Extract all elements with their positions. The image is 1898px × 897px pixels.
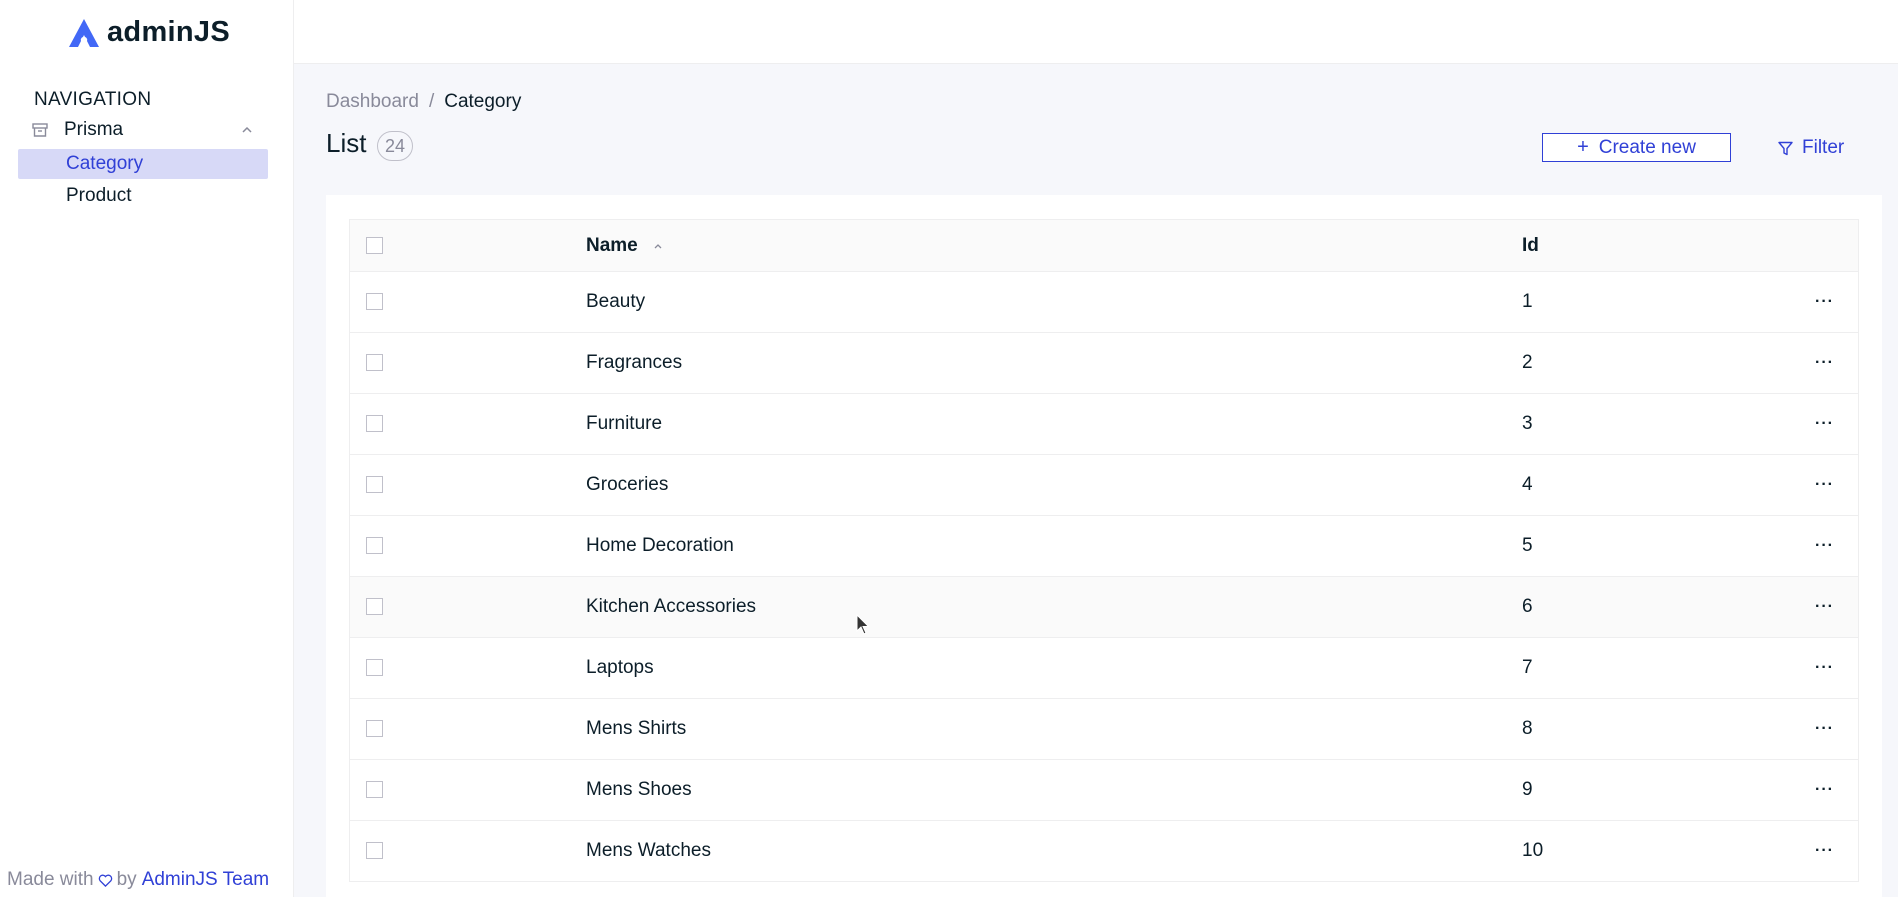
- sidebar-item-product[interactable]: Product: [18, 181, 268, 211]
- nav-group-prisma[interactable]: Prisma: [18, 116, 268, 144]
- create-new-label: Create new: [1598, 136, 1696, 158]
- cell-id: 2: [1522, 352, 1533, 373]
- cell-name: Laptops: [586, 657, 654, 678]
- table-row[interactable]: Fragrances 2 ···: [350, 333, 1858, 394]
- footer: Made with by AdminJS Team: [7, 869, 269, 891]
- table-row[interactable]: Beauty 1 ···: [350, 272, 1858, 333]
- cell-name: Mens Shoes: [586, 779, 692, 800]
- cell-name: Mens Watches: [586, 840, 711, 861]
- table-row[interactable]: Mens Watches 10 ···: [350, 821, 1858, 882]
- table-row[interactable]: Home Decoration 5 ···: [350, 516, 1858, 577]
- cell-id: 1: [1522, 291, 1533, 312]
- row-checkbox[interactable]: [366, 720, 383, 737]
- row-checkbox[interactable]: [366, 415, 383, 432]
- cell-name: Groceries: [586, 474, 669, 495]
- row-actions-menu-icon[interactable]: ···: [1815, 760, 1834, 820]
- sidebar-item-label: Category: [66, 153, 144, 174]
- nav-group-label: Prisma: [64, 119, 124, 140]
- row-actions-menu-icon[interactable]: ···: [1815, 394, 1834, 454]
- table-row[interactable]: Mens Shirts 8 ···: [350, 699, 1858, 760]
- cell-name: Beauty: [586, 291, 646, 312]
- row-checkbox[interactable]: [366, 842, 383, 859]
- table-row[interactable]: Mens Shoes 9 ···: [350, 760, 1858, 821]
- sidebar-item-label: Product: [66, 185, 132, 206]
- heart-icon: [98, 874, 112, 887]
- cell-id: 6: [1522, 596, 1533, 617]
- column-header-name-label: Name: [586, 234, 638, 256]
- row-checkbox[interactable]: [366, 659, 383, 676]
- breadcrumb: Dashboard / Category: [326, 91, 521, 113]
- footer-made-with: Made with: [7, 869, 94, 890]
- cell-name: Home Decoration: [586, 535, 734, 556]
- logo-text: adminJS: [107, 16, 230, 48]
- row-actions-menu-icon[interactable]: ···: [1815, 577, 1834, 637]
- record-count-badge: 24: [377, 131, 413, 161]
- cell-name: Furniture: [586, 413, 663, 434]
- select-all-checkbox[interactable]: [366, 237, 383, 254]
- row-actions-menu-icon[interactable]: ···: [1815, 333, 1834, 393]
- row-actions-menu-icon[interactable]: ···: [1815, 638, 1834, 698]
- cell-id: 3: [1522, 413, 1533, 434]
- mouse-cursor-icon: [856, 614, 870, 635]
- cell-id: 4: [1522, 474, 1533, 495]
- sort-ascending-icon: [654, 243, 662, 248]
- table-header-row: Name Id: [350, 220, 1858, 272]
- cell-id: 8: [1522, 718, 1533, 739]
- row-actions-menu-icon[interactable]: ···: [1815, 272, 1834, 332]
- cell-name: Fragrances: [586, 352, 683, 373]
- row-checkbox[interactable]: [366, 537, 383, 554]
- adminjs-logo-icon: [69, 18, 99, 47]
- archive-icon: [32, 123, 48, 137]
- cell-name: Kitchen Accessories: [586, 596, 757, 617]
- table-row[interactable]: Kitchen Accessories 6 ···: [350, 577, 1858, 638]
- table-row[interactable]: Furniture 3 ···: [350, 394, 1858, 455]
- chevron-up-icon[interactable]: [240, 123, 254, 137]
- column-header-name[interactable]: Name: [586, 220, 664, 271]
- plus-icon: +: [1577, 136, 1589, 158]
- table-row[interactable]: Laptops 7 ···: [350, 638, 1858, 699]
- row-checkbox[interactable]: [366, 781, 383, 798]
- row-actions-menu-icon[interactable]: ···: [1815, 455, 1834, 515]
- logo[interactable]: adminJS: [68, 16, 230, 49]
- filter-icon: [1778, 141, 1793, 155]
- row-checkbox[interactable]: [366, 476, 383, 493]
- filter-button[interactable]: Filter: [1778, 134, 1844, 162]
- filter-label: Filter: [1802, 137, 1845, 158]
- row-checkbox[interactable]: [366, 598, 383, 615]
- sidebar: adminJS NAVIGATION Prisma Category Produ…: [0, 0, 294, 897]
- breadcrumb-current[interactable]: Category: [444, 91, 521, 113]
- row-actions-menu-icon[interactable]: ···: [1815, 699, 1834, 759]
- footer-by: by: [116, 869, 137, 890]
- create-new-button[interactable]: + Create new: [1542, 133, 1731, 162]
- table-row[interactable]: Groceries 4 ···: [350, 455, 1858, 516]
- cell-id: 9: [1522, 779, 1533, 800]
- navigation-heading: NAVIGATION: [34, 89, 152, 110]
- row-checkbox[interactable]: [366, 293, 383, 310]
- cell-id: 5: [1522, 535, 1533, 556]
- cell-id: 10: [1522, 840, 1544, 861]
- cell-id: 7: [1522, 657, 1533, 678]
- row-actions-menu-icon[interactable]: ···: [1815, 516, 1834, 576]
- breadcrumb-separator: /: [428, 91, 435, 112]
- column-header-id[interactable]: Id: [1522, 220, 1539, 271]
- sidebar-item-category[interactable]: Category: [18, 149, 268, 179]
- cell-name: Mens Shirts: [586, 718, 687, 739]
- adminjs-team-link[interactable]: AdminJS Team: [142, 869, 269, 891]
- row-actions-menu-icon[interactable]: ···: [1815, 821, 1834, 881]
- row-checkbox[interactable]: [366, 354, 383, 371]
- breadcrumb-dashboard[interactable]: Dashboard: [326, 91, 419, 113]
- top-bar: [294, 0, 1898, 64]
- records-table: Name Id Beauty 1 ··· Fragrances 2 ··· Fu…: [349, 219, 1859, 882]
- page-title: List: [326, 128, 367, 158]
